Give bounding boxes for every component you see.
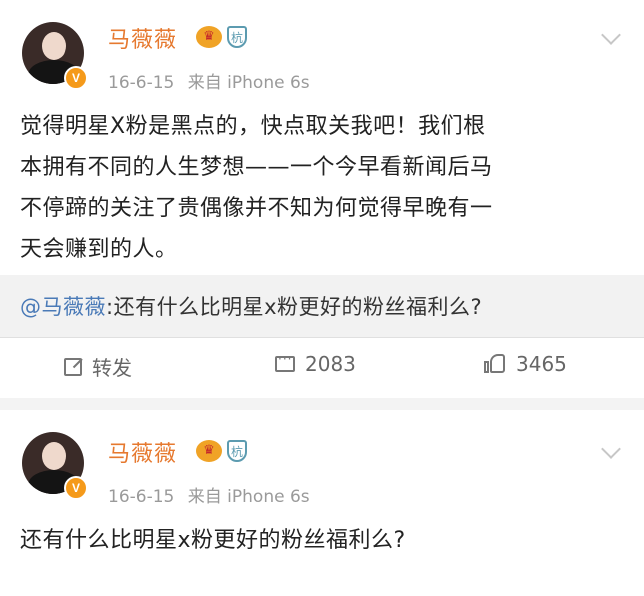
post-text: 觉得明星X粉是黑点的，快点取关我吧！我们根 本拥有不同的人生梦想——一个今早看新… (20, 106, 630, 270)
shield-icon: 杭 (227, 26, 247, 48)
comment-count: 2083 (305, 352, 356, 376)
post-source: 来自 iPhone 6s (187, 73, 310, 93)
post-text: 还有什么比明星x粉更好的粉丝福利么? (20, 520, 630, 561)
share-button[interactable]: 转发 (64, 352, 132, 381)
share-icon (64, 357, 82, 376)
repost-content: :还有什么比明星x粉更好的粉丝福利么? (106, 295, 483, 319)
post-text-line: 天会赚到的人。 (20, 237, 178, 262)
like-icon (484, 354, 506, 374)
username[interactable]: 马薇薇 (108, 436, 177, 468)
chevron-down-icon[interactable] (601, 25, 621, 45)
verified-icon: V (64, 66, 88, 90)
weibo-post: V 马薇薇 ♛ 杭 16-6-15 来自 iPhone 6s 还有什么比明星x粉… (0, 410, 644, 596)
post-time: 16-6-15 (108, 487, 175, 507)
post-text-line: 本拥有不同的人生梦想——一个今早看新闻后马 (20, 155, 493, 180)
weibo-post: V 马薇薇 ♛ 杭 16-6-15 来自 iPhone 6s 觉得明星X粉是黑点… (0, 0, 644, 398)
mention-link[interactable]: @马薇薇 (20, 295, 106, 319)
post-source: 来自 iPhone 6s (187, 487, 310, 507)
repost-box[interactable]: @马薇薇:还有什么比明星x粉更好的粉丝福利么? (0, 275, 644, 337)
crown-icon: ♛ (196, 26, 222, 48)
username[interactable]: 马薇薇 (108, 22, 177, 54)
post-text-line: 觉得明星X粉是黑点的，快点取关我吧！我们根 (20, 114, 486, 139)
post-time: 16-6-15 (108, 73, 175, 93)
shield-icon: 杭 (227, 440, 247, 462)
verified-icon: V (64, 476, 88, 500)
post-text-line: 不停蹄的关注了贵偶像并不知为何觉得早晚有一 (20, 196, 493, 221)
comment-icon (275, 352, 295, 372)
repost-text: @马薇薇:还有什么比明星x粉更好的粉丝福利么? (20, 291, 482, 321)
chevron-down-icon[interactable] (601, 439, 621, 459)
divider (0, 337, 644, 338)
like-count: 3465 (516, 352, 567, 376)
share-label: 转发 (92, 356, 132, 380)
like-button[interactable]: 3465 (484, 352, 567, 376)
post-text-line: 还有什么比明星x粉更好的粉丝福利么? (20, 528, 406, 553)
post-meta: 16-6-15 来自 iPhone 6s (108, 482, 310, 507)
post-meta: 16-6-15 来自 iPhone 6s (108, 68, 310, 93)
crown-icon: ♛ (196, 440, 222, 462)
comment-button[interactable]: 2083 (275, 352, 356, 376)
